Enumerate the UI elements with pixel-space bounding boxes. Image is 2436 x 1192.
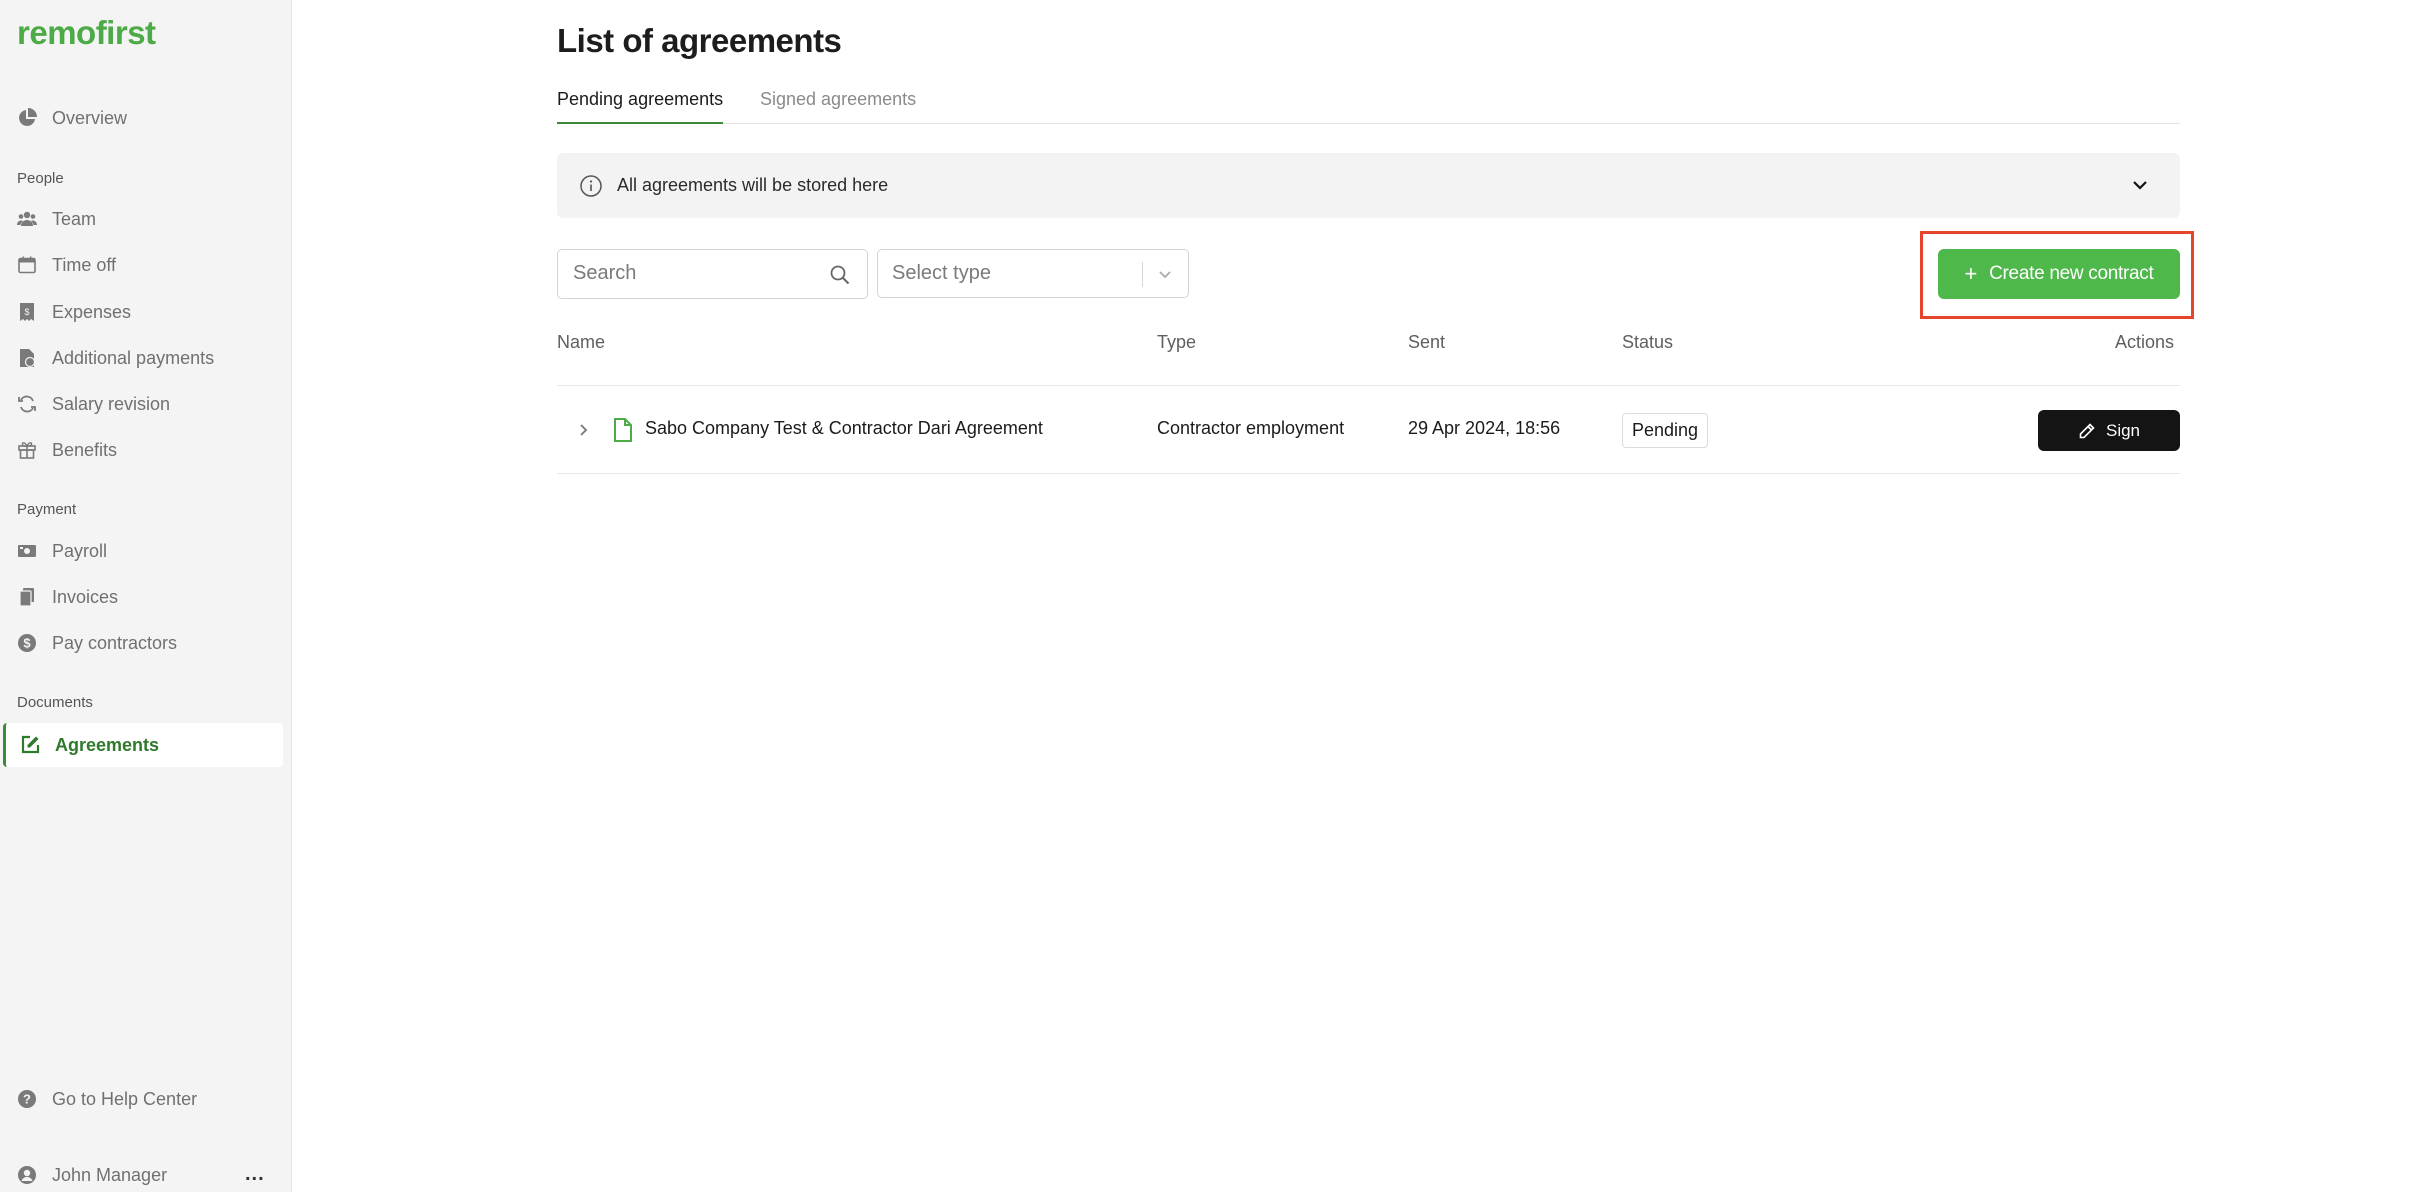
svg-text:$: $	[24, 307, 29, 317]
sidebar-item-salary-revision[interactable]: Salary revision	[0, 382, 292, 426]
create-new-contract-button[interactable]: + Create new contract	[1938, 249, 2180, 299]
pie-chart-icon	[17, 108, 37, 128]
agreement-sent: 29 Apr 2024, 18:56	[1408, 418, 1561, 438]
sidebar-item-team[interactable]: Team	[0, 197, 292, 241]
sidebar-item-label: Time off	[52, 254, 117, 275]
section-label-people: People	[17, 170, 64, 187]
status-badge: Pending	[1622, 413, 1709, 448]
chevron-down-icon[interactable]	[2130, 175, 2150, 195]
search-field[interactable]	[557, 249, 868, 299]
table-divider	[557, 385, 2180, 386]
agreement-tabs: Pending agreements Signed agreements	[557, 86, 2180, 124]
refresh-icon	[17, 394, 37, 414]
sidebar-item-payroll[interactable]: Payroll	[0, 529, 292, 573]
dollar-circle-icon: $	[17, 633, 37, 653]
users-icon	[17, 209, 37, 229]
sidebar-item-label: Salary revision	[52, 393, 171, 414]
column-header-name: Name	[557, 332, 606, 352]
remofirst-logo[interactable]: remofirst	[17, 14, 156, 52]
document-money-icon	[17, 348, 37, 368]
search-input[interactable]	[573, 262, 823, 285]
sidebar-item-label: Team	[52, 208, 97, 229]
chevron-down-icon[interactable]	[1155, 264, 1175, 284]
sidebar-item-label: Expenses	[52, 301, 132, 322]
sidebar-item-label: Pay contractors	[52, 632, 178, 653]
sidebar-item-label: Payroll	[52, 540, 108, 561]
tab-signed-agreements[interactable]: Signed agreements	[760, 86, 916, 124]
help-center-link[interactable]: ? Go to Help Center	[0, 1077, 292, 1121]
gift-icon	[17, 440, 37, 460]
user-name: John Manager	[52, 1164, 168, 1185]
column-header-actions: Actions	[2115, 332, 2175, 352]
sidebar-item-time-off[interactable]: Time off	[0, 243, 292, 287]
agreement-name[interactable]: Sabo Company Test & Contractor Dari Agre…	[645, 418, 1043, 439]
page-title: List of agreements	[557, 22, 842, 59]
sidebar-item-overview[interactable]: Overview	[0, 96, 292, 140]
svg-text:?: ?	[23, 1092, 31, 1107]
sidebar-item-label: Invoices	[52, 586, 119, 607]
column-header-type: Type	[1157, 332, 1197, 352]
user-avatar-icon	[17, 1165, 37, 1185]
search-icon	[830, 265, 850, 285]
column-header-status: Status	[1622, 332, 1674, 352]
svg-text:$: $	[23, 636, 31, 651]
sidebar-item-label: Additional payments	[52, 347, 215, 368]
section-label-documents: Documents	[17, 694, 93, 711]
sidebar-item-additional-payments[interactable]: Additional payments	[0, 336, 292, 380]
sidebar-item-expenses[interactable]: $ Expenses	[0, 290, 292, 334]
sidebar-item-agreements[interactable]: Agreements	[3, 723, 283, 767]
sidebar-item-pay-contractors[interactable]: $ Pay contractors	[0, 621, 292, 665]
calendar-icon	[17, 255, 37, 275]
help-center-label: Go to Help Center	[52, 1088, 198, 1109]
agreement-type: Contractor employment	[1157, 418, 1345, 438]
tab-pending-agreements[interactable]: Pending agreements	[557, 86, 724, 124]
select-divider	[1142, 262, 1143, 287]
sidebar-item-invoices[interactable]: Invoices	[0, 575, 292, 619]
cash-icon	[17, 541, 37, 561]
sign-button[interactable]: Sign	[2038, 410, 2180, 451]
type-select[interactable]: Select type	[877, 249, 1189, 298]
info-banner-text: All agreements will be stored here	[617, 175, 889, 195]
plus-icon: +	[1964, 261, 1978, 286]
sign-button-label: Sign	[2105, 420, 2141, 440]
sidebar: remofirst Overview People Team Time off …	[0, 0, 292, 1192]
sidebar-item-label: Benefits	[52, 439, 118, 460]
chevron-right-icon[interactable]	[573, 420, 593, 440]
type-select-placeholder: Select type	[892, 262, 991, 284]
info-banner[interactable]: All agreements will be stored here	[557, 153, 2180, 218]
sidebar-item-label: Agreements	[55, 734, 160, 755]
column-header-sent: Sent	[1408, 332, 1446, 352]
create-button-label: Create new contract	[1989, 263, 2154, 284]
sidebar-item-label: Overview	[52, 107, 128, 128]
document-icon	[614, 418, 632, 442]
help-icon: ?	[17, 1089, 37, 1109]
section-label-payment: Payment	[17, 501, 77, 518]
more-options-button[interactable]: ...	[245, 1163, 265, 1186]
pen-icon	[2079, 422, 2095, 438]
edit-icon	[20, 735, 40, 755]
receipt-icon: $	[17, 302, 37, 322]
documents-icon	[17, 587, 37, 607]
info-icon	[580, 174, 602, 197]
table-divider	[557, 473, 2180, 474]
sidebar-item-benefits[interactable]: Benefits	[0, 428, 292, 472]
